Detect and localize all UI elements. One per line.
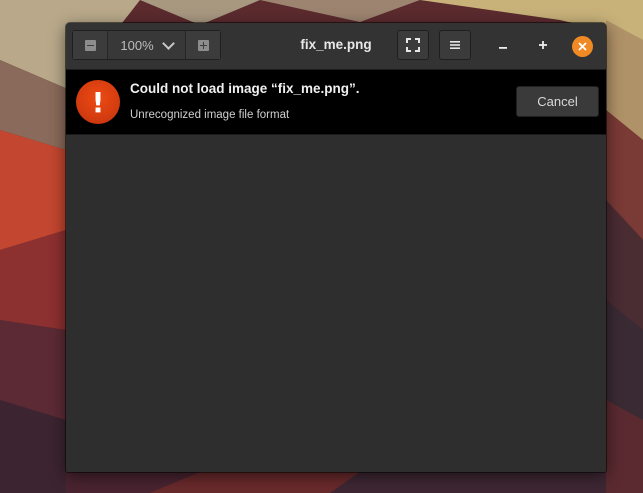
error-title: Could not load image “fix_me.png”. (130, 81, 360, 96)
hamburger-menu-icon (450, 41, 460, 49)
error-infobar: ! Could not load image “fix_me.png”. Unr… (66, 70, 606, 135)
zoom-level-menu-button[interactable]: 100% (108, 31, 185, 59)
minimize-icon (499, 47, 507, 49)
zoom-in-button[interactable] (185, 31, 220, 59)
zoom-level-label: 100% (120, 37, 154, 53)
zoom-in-icon (197, 39, 209, 51)
chevron-down-icon (161, 36, 175, 50)
cancel-button[interactable]: Cancel (516, 86, 599, 117)
fullscreen-icon (406, 38, 420, 52)
image-canvas-area (66, 135, 606, 472)
close-icon (578, 42, 587, 51)
maximize-button[interactable] (533, 35, 553, 55)
maximize-icon (539, 41, 547, 49)
close-button[interactable] (572, 36, 593, 57)
image-viewer-window: 100% fix_me.png ! Could not load image “… (66, 23, 606, 472)
fullscreen-button[interactable] (397, 30, 429, 60)
header-bar: 100% fix_me.png (66, 23, 606, 70)
zoom-control-group: 100% (72, 30, 221, 60)
minimize-button[interactable] (493, 35, 513, 55)
error-subtitle: Unrecognized image file format (130, 109, 290, 121)
error-icon: ! (76, 80, 120, 124)
window-title: fix_me.png (300, 37, 372, 52)
zoom-out-button[interactable] (73, 31, 108, 59)
main-menu-button[interactable] (439, 30, 471, 60)
zoom-out-icon (84, 39, 96, 51)
